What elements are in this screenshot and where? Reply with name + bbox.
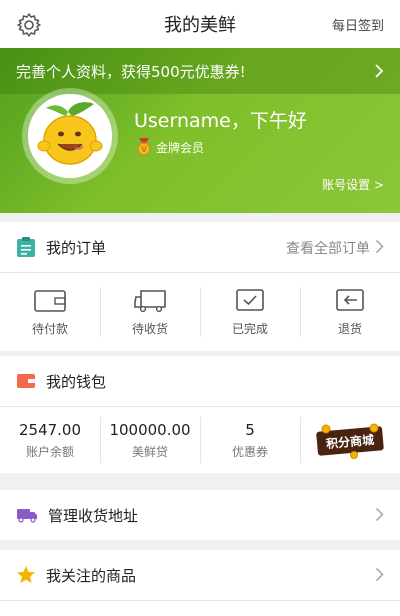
wallet-card: 我的钱包 2547.00 账户余额 100000.00 美鲜贷 5 优惠券 积分… xyxy=(0,356,400,473)
account-settings-link[interactable]: 账号设置 > xyxy=(322,176,384,193)
wallet-title: 我的钱包 xyxy=(46,372,107,391)
check-box-icon xyxy=(236,288,264,311)
promo-strip[interactable]: 完善个人资料，获得500元优惠券! xyxy=(0,48,400,94)
order-status-label: 待付款 xyxy=(31,321,68,336)
orders-card: 我的订单 查看全部订单 待付款 待收货 已完成 退货 xyxy=(0,222,400,351)
order-status-label: 退货 xyxy=(337,321,362,336)
address-row[interactable]: 管理收货地址 xyxy=(0,490,400,540)
view-all-orders-link[interactable]: 查看全部订单 xyxy=(286,238,370,258)
wallet-header[interactable]: 我的钱包 xyxy=(0,356,400,406)
meixian-loan[interactable]: 100000.00 美鲜贷 xyxy=(100,407,200,473)
top-bar: 我的美鲜 每日签到 xyxy=(0,0,400,48)
points-mall-button[interactable]: 积分商城 xyxy=(300,407,400,473)
svg-text:V: V xyxy=(141,145,147,154)
avatar[interactable] xyxy=(28,94,112,178)
chevron-right-icon xyxy=(375,507,384,522)
wallet-label: 优惠券 xyxy=(231,444,268,459)
wallet-row: 2547.00 账户余额 100000.00 美鲜贷 5 优惠券 积分商城 xyxy=(0,407,400,473)
account-balance[interactable]: 2547.00 账户余额 xyxy=(0,407,100,473)
wallet-red-icon xyxy=(17,374,35,388)
wallet-value: 100000.00 xyxy=(109,420,191,439)
order-status-label: 待收货 xyxy=(131,321,168,336)
wallet-label: 账户余额 xyxy=(25,444,74,459)
favorites-header[interactable]: 我关注的商品 xyxy=(0,550,400,600)
star-icon xyxy=(17,566,35,583)
order-pending-payment[interactable]: 待付款 xyxy=(0,273,100,351)
order-status-label: 已完成 xyxy=(231,321,268,336)
order-pending-delivery[interactable]: 待收货 xyxy=(100,273,200,351)
promo-text: 完善个人资料，获得500元优惠券! xyxy=(16,62,246,81)
page-title: 我的美鲜 xyxy=(164,15,236,36)
username-greeting: Username，下午好 xyxy=(134,110,307,132)
favorites-row[interactable]: 我关注的商品 xyxy=(0,550,400,616)
daily-checkin-button[interactable]: 每日签到 xyxy=(332,15,384,34)
points-mall-badge: 积分商城 xyxy=(316,423,384,459)
chevron-right-icon xyxy=(375,239,384,254)
address-label: 管理收货地址 xyxy=(48,506,139,525)
address-header[interactable]: 管理收货地址 xyxy=(0,490,400,540)
orders-title: 我的订单 xyxy=(46,238,107,257)
chevron-right-icon xyxy=(375,567,384,582)
divider xyxy=(0,600,400,601)
wallet-value: 2547.00 xyxy=(18,420,82,439)
order-status-row: 待付款 待收货 已完成 退货 xyxy=(0,273,400,351)
mascot-lemon-icon xyxy=(28,94,112,178)
return-icon xyxy=(336,288,364,311)
wallet-icon xyxy=(34,289,66,312)
medal-icon: V xyxy=(137,138,151,156)
coupons[interactable]: 5 优惠券 xyxy=(200,407,300,473)
order-return[interactable]: 退货 xyxy=(300,273,400,351)
chevron-right-icon xyxy=(375,64,384,78)
clipboard-icon xyxy=(17,237,35,257)
gear-icon[interactable] xyxy=(16,12,42,38)
member-level: 金牌会员 xyxy=(156,140,205,155)
member-badge: V 金牌会员 xyxy=(136,138,204,156)
wallet-label: 美鲜贷 xyxy=(131,444,168,459)
wallet-value: 5 xyxy=(245,420,255,439)
profile-banner: 完善个人资料，获得500元优惠券! Username，下午好 V 金牌会员 账号 xyxy=(0,48,400,213)
truck-purple-icon xyxy=(17,509,37,523)
orders-header[interactable]: 我的订单 查看全部订单 xyxy=(0,222,400,272)
order-completed[interactable]: 已完成 xyxy=(200,273,300,351)
truck-icon xyxy=(134,289,166,312)
favorites-label: 我关注的商品 xyxy=(46,566,137,585)
